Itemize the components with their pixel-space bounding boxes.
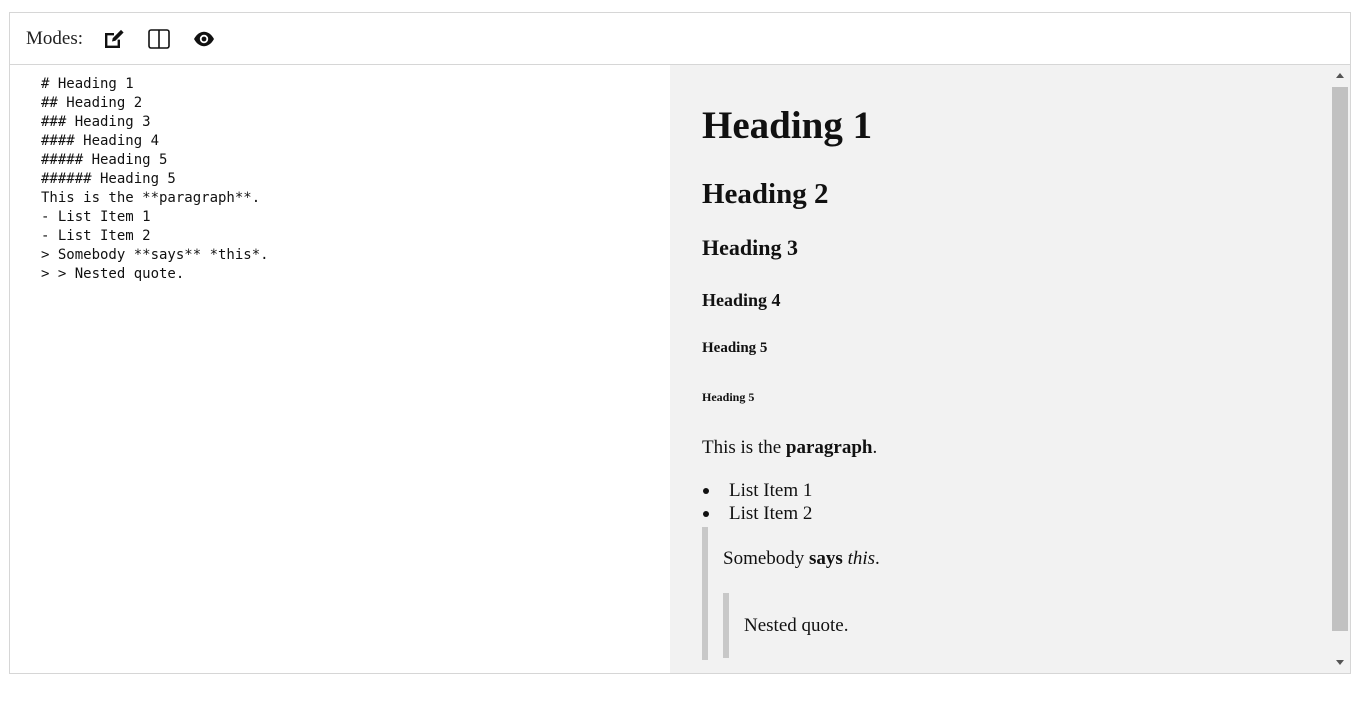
list-item: List Item 2 xyxy=(702,502,812,525)
quote-italic: this xyxy=(847,548,876,569)
source-line: ### Heading 3 xyxy=(41,114,151,130)
toolbar: Modes: xyxy=(10,13,1350,65)
list-item-text: List Item 2 xyxy=(729,503,813,524)
source-line: # Heading 1 xyxy=(41,76,134,92)
preview-list: List Item 1 List Item 2 xyxy=(702,479,812,525)
paragraph-bold: paragraph xyxy=(785,437,873,458)
source-line: ## Heading 2 xyxy=(41,95,143,111)
source-line: ##### Heading 5 xyxy=(41,152,168,168)
preview-heading-1: Heading 1 xyxy=(702,104,873,147)
split-view-icon xyxy=(148,28,170,49)
list-item: List Item 1 xyxy=(702,479,812,502)
markdown-editor: Modes: # Heading 1 ## Heading 2 ### Head… xyxy=(9,12,1351,674)
preview-blockquote: Somebody says this. Nested quote. xyxy=(702,527,1302,660)
modes-label: Modes: xyxy=(26,27,83,49)
source-line: - List Item 1 xyxy=(41,209,151,225)
paragraph-end: . xyxy=(872,437,878,458)
quote-end: . xyxy=(875,548,880,569)
source-line: > Somebody **says** *this*. xyxy=(41,247,269,263)
quote-bold: says xyxy=(809,548,843,569)
preview-heading-5: Heading 5 xyxy=(702,340,768,356)
quote-text: Somebody xyxy=(723,548,810,569)
scroll-up-arrow-icon[interactable] xyxy=(1336,73,1344,78)
scroll-down-arrow-icon[interactable] xyxy=(1336,660,1344,665)
source-line: > > Nested quote. xyxy=(41,266,185,282)
eye-icon xyxy=(193,31,215,47)
source-line: - List Item 2 xyxy=(41,228,151,244)
edit-mode-button[interactable] xyxy=(99,24,129,54)
preview-heading-4: Heading 4 xyxy=(702,290,781,310)
source-line: ###### Heading 5 xyxy=(41,171,176,187)
split-mode-button[interactable] xyxy=(144,24,174,54)
list-item-text: List Item 1 xyxy=(729,480,813,501)
preview-scrollbar[interactable] xyxy=(1330,65,1350,673)
nested-blockquote: Nested quote. xyxy=(723,593,1123,658)
bullet-icon xyxy=(703,488,709,494)
scrollbar-thumb[interactable] xyxy=(1332,87,1348,631)
edit-icon xyxy=(103,29,125,49)
bullet-icon xyxy=(703,511,709,517)
preview-heading-2: Heading 2 xyxy=(702,178,829,210)
blockquote-text: Somebody says this. xyxy=(723,548,880,570)
editor-panes: # Heading 1 ## Heading 2 ### Heading 3 #… xyxy=(10,65,1350,673)
markdown-source-pane[interactable]: # Heading 1 ## Heading 2 ### Heading 3 #… xyxy=(10,65,670,673)
markdown-preview-pane: Heading 1 Heading 2 Heading 3 Heading 4 … xyxy=(670,65,1350,673)
paragraph-text: This is the xyxy=(702,437,786,458)
source-line: #### Heading 4 xyxy=(41,133,160,149)
nested-quote-text: Nested quote. xyxy=(744,615,849,636)
source-line: This is the **paragraph**. xyxy=(41,190,261,206)
preview-mode-button[interactable] xyxy=(189,24,219,54)
preview-heading-3: Heading 3 xyxy=(702,235,798,260)
preview-paragraph: This is the paragraph. xyxy=(702,437,877,459)
preview-heading-6: Heading 5 xyxy=(702,390,755,404)
